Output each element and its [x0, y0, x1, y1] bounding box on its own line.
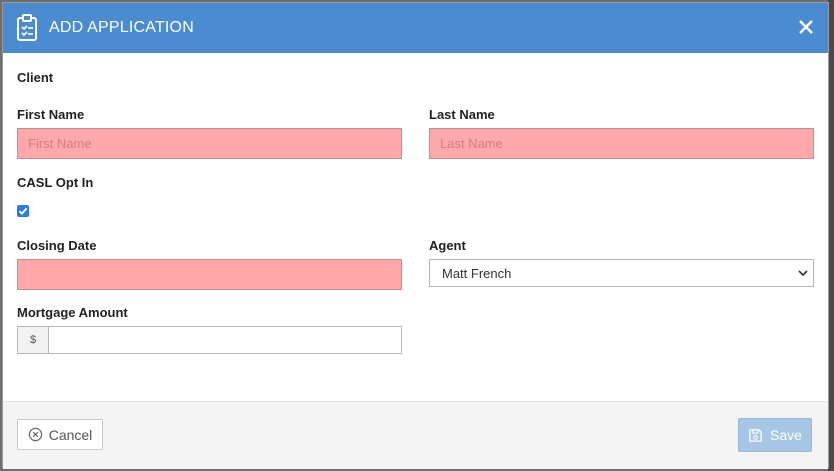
- cancel-button[interactable]: Cancel: [17, 419, 103, 450]
- cancel-button-label: Cancel: [48, 426, 93, 443]
- last-name-label: Last Name: [429, 107, 495, 122]
- modal-footer: Cancel Save: [3, 401, 828, 469]
- checkmark-icon: [18, 207, 28, 215]
- agent-select[interactable]: Matt French: [429, 259, 814, 287]
- save-button-label: Save: [770, 427, 802, 443]
- section-label-client: Client: [17, 70, 54, 85]
- last-name-input[interactable]: [429, 128, 814, 159]
- chevron-down-icon: [798, 270, 808, 277]
- casl-opt-in-checkbox[interactable]: [17, 205, 29, 217]
- save-floppy-icon: [749, 428, 762, 442]
- modal-title: ADD APPLICATION: [49, 19, 194, 36]
- mortgage-amount-label: Mortgage Amount: [17, 305, 128, 320]
- mortgage-amount-input[interactable]: [48, 326, 402, 354]
- agent-label: Agent: [429, 238, 466, 253]
- currency-prefix: $: [17, 326, 48, 354]
- close-icon: [799, 20, 813, 34]
- first-name-input[interactable]: [17, 128, 402, 159]
- close-button[interactable]: [794, 15, 818, 39]
- cancel-circle-x-icon: [28, 427, 42, 442]
- modal-header: ADD APPLICATION: [3, 3, 828, 53]
- modal-body: Client First Name Last Name CASL Opt In …: [3, 53, 828, 402]
- first-name-label: First Name: [17, 107, 85, 122]
- closing-date-input[interactable]: [17, 259, 402, 290]
- agent-selected-value: Matt French: [442, 265, 512, 281]
- add-application-modal: ADD APPLICATION Client First Name Last N…: [2, 2, 829, 469]
- save-button[interactable]: Save: [738, 418, 812, 452]
- closing-date-label: Closing Date: [17, 238, 97, 253]
- casl-opt-in-label: CASL Opt In: [17, 175, 94, 190]
- clipboard-checklist-icon: [17, 14, 37, 41]
